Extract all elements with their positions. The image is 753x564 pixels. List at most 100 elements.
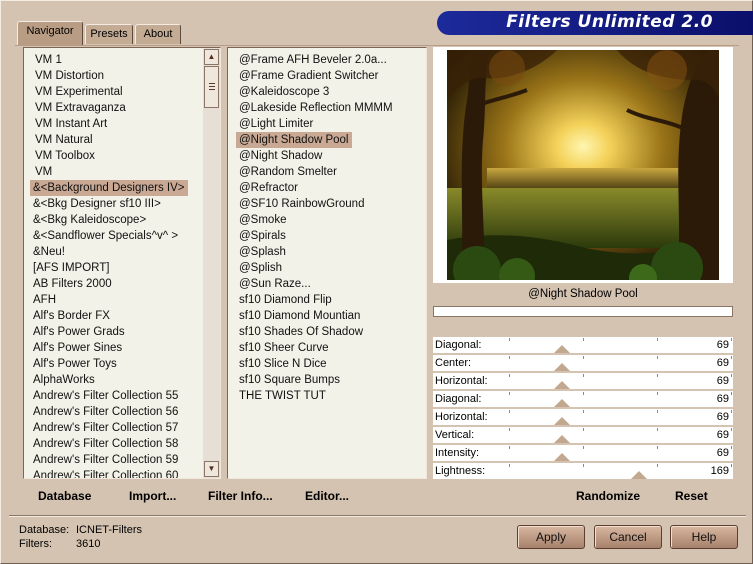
category-item[interactable]: Alf's Border FX [30, 308, 113, 324]
database-button[interactable]: Database [38, 489, 91, 503]
filter-item[interactable]: sf10 Sheer Curve [236, 340, 332, 356]
progress-bar [433, 306, 733, 317]
filter-item[interactable]: @Frame Gradient Switcher [236, 68, 382, 84]
category-item[interactable]: &<Bkg Designer sf10 III> [30, 196, 164, 212]
filter-item[interactable]: sf10 Diamond Mountian [236, 308, 363, 324]
filter-item[interactable]: @Refractor [236, 180, 301, 196]
randomize-button[interactable]: Randomize [576, 489, 640, 503]
slider-track[interactable] [509, 355, 732, 371]
tab-about[interactable]: About [135, 24, 181, 44]
filter-item[interactable]: sf10 Diamond Flip [236, 292, 335, 308]
filter-list[interactable]: @Frame AFH Beveler 2.0a... @Frame Gradien… [227, 47, 427, 479]
slider-value: 69 [716, 393, 729, 405]
filter-item[interactable]: @Frame AFH Beveler 2.0a... [236, 52, 390, 68]
slider-track[interactable] [509, 463, 732, 479]
category-item[interactable]: &<Background Designers IV> [30, 180, 188, 196]
category-item[interactable]: Andrew's Filter Collection 60 [30, 468, 181, 478]
category-item[interactable]: &<Bkg Kaleidoscope> [30, 212, 149, 228]
category-item[interactable]: Andrew's Filter Collection 56 [30, 404, 181, 420]
reset-button[interactable]: Reset [675, 489, 708, 503]
category-item[interactable]: VM Natural [32, 132, 96, 148]
category-item[interactable]: AlphaWorks [30, 372, 98, 388]
category-item[interactable]: VM Extravaganza [32, 100, 129, 116]
slider-value: 69 [716, 375, 729, 387]
filter-item[interactable]: sf10 Shades Of Shadow [236, 324, 366, 340]
scroll-up-button[interactable]: ▲ [204, 49, 219, 65]
help-button[interactable]: Help [670, 525, 738, 549]
slider-handle[interactable] [554, 453, 571, 461]
slider-track[interactable] [509, 445, 732, 461]
filter-item[interactable]: sf10 Slice N Dice [236, 356, 330, 372]
filter-item[interactable]: sf10 Square Bumps [236, 372, 343, 388]
slider-track[interactable] [509, 409, 732, 425]
filter-item[interactable]: THE TWIST TUT [236, 388, 329, 404]
slider-handle[interactable] [554, 345, 571, 353]
filter-item[interactable]: @Spirals [236, 228, 289, 244]
category-item[interactable]: &Neu! [30, 244, 68, 260]
scroll-down-button[interactable]: ▼ [204, 461, 219, 477]
filter-item[interactable]: @Smoke [236, 212, 289, 228]
category-item[interactable]: Andrew's Filter Collection 58 [30, 436, 181, 452]
slider-row: Center: 69 [433, 355, 733, 372]
filter-item[interactable]: @SF10 RainbowGround [236, 196, 367, 212]
category-item[interactable]: [AFS IMPORT] [30, 260, 112, 276]
category-item[interactable]: Alf's Power Grads [30, 324, 128, 340]
slider-handle[interactable] [554, 417, 571, 425]
filters-unlimited-window: Filters Unlimited 2.0 Navigator Presets … [0, 0, 753, 564]
category-item[interactable]: Alf's Power Sines [30, 340, 125, 356]
slider-row: Intensity: 69 [433, 445, 733, 462]
scroll-thumb[interactable] [204, 66, 219, 108]
category-scrollbar[interactable]: ▲ ▼ [203, 48, 220, 478]
filter-info-button[interactable]: Filter Info... [208, 489, 273, 503]
category-item[interactable]: &<Sandflower Specials^v^ > [30, 228, 181, 244]
app-title-banner: Filters Unlimited 2.0 [437, 11, 753, 35]
slider-track[interactable] [509, 391, 732, 407]
category-item[interactable]: VM Distortion [32, 68, 107, 84]
filter-item[interactable]: @Lakeside Reflection MMMM [236, 100, 396, 116]
slider-handle[interactable] [554, 363, 571, 371]
slider-handle[interactable] [554, 399, 571, 407]
database-value: ICNET-Filters [76, 524, 142, 536]
category-item[interactable]: Andrew's Filter Collection 55 [30, 388, 181, 404]
filter-item[interactable]: @Night Shadow Pool [236, 132, 352, 148]
slider-handle[interactable] [554, 381, 571, 389]
category-item[interactable]: AFH [30, 292, 59, 308]
slider-track[interactable] [509, 373, 732, 389]
preview-image [447, 50, 719, 280]
cancel-button[interactable]: Cancel [594, 525, 662, 549]
category-item[interactable]: VM Toolbox [32, 148, 98, 164]
tab-navigator[interactable]: Navigator [17, 21, 83, 45]
category-item[interactable]: AB Filters 2000 [30, 276, 115, 292]
import-button[interactable]: Import... [129, 489, 176, 503]
editor-button[interactable]: Editor... [305, 489, 349, 503]
slider-handle[interactable] [554, 435, 571, 443]
slider-track[interactable] [509, 337, 732, 353]
slider-track[interactable] [509, 427, 732, 443]
filter-item[interactable]: @Light Limiter [236, 116, 316, 132]
slider-label: Vertical: [435, 429, 475, 441]
selected-filter-name: @Night Shadow Pool [528, 288, 638, 300]
tab-presets[interactable]: Presets [85, 24, 133, 44]
slider-value: 69 [716, 429, 729, 441]
apply-button[interactable]: Apply [517, 525, 585, 549]
filter-item[interactable]: @Splish [236, 260, 285, 276]
slider-value: 69 [716, 357, 729, 369]
filter-item[interactable]: @Night Shadow [236, 148, 325, 164]
category-item[interactable]: VM [32, 164, 55, 180]
category-item[interactable]: Andrew's Filter Collection 57 [30, 420, 181, 436]
slider-value: 69 [716, 339, 729, 351]
filter-item[interactable]: @Kaleidoscope 3 [236, 84, 332, 100]
category-item[interactable]: VM 1 [32, 52, 65, 68]
filter-item[interactable]: @Sun Raze... [236, 276, 314, 292]
filter-item[interactable]: @Random Smelter [236, 164, 340, 180]
category-item[interactable]: Alf's Power Toys [30, 356, 120, 372]
category-item[interactable]: VM Experimental [32, 84, 126, 100]
slider-label: Diagonal: [435, 393, 482, 405]
slider-row: Horizontal: 69 [433, 373, 733, 390]
slider-handle[interactable] [630, 471, 647, 479]
filter-item[interactable]: @Splash [236, 244, 289, 260]
category-item[interactable]: Andrew's Filter Collection 59 [30, 452, 181, 468]
category-list[interactable]: VM 1 VM Distortion VM Experimental VM Extra… [23, 47, 221, 479]
app-title: Filters Unlimited 2.0 [506, 12, 713, 32]
category-item[interactable]: VM Instant Art [32, 116, 110, 132]
